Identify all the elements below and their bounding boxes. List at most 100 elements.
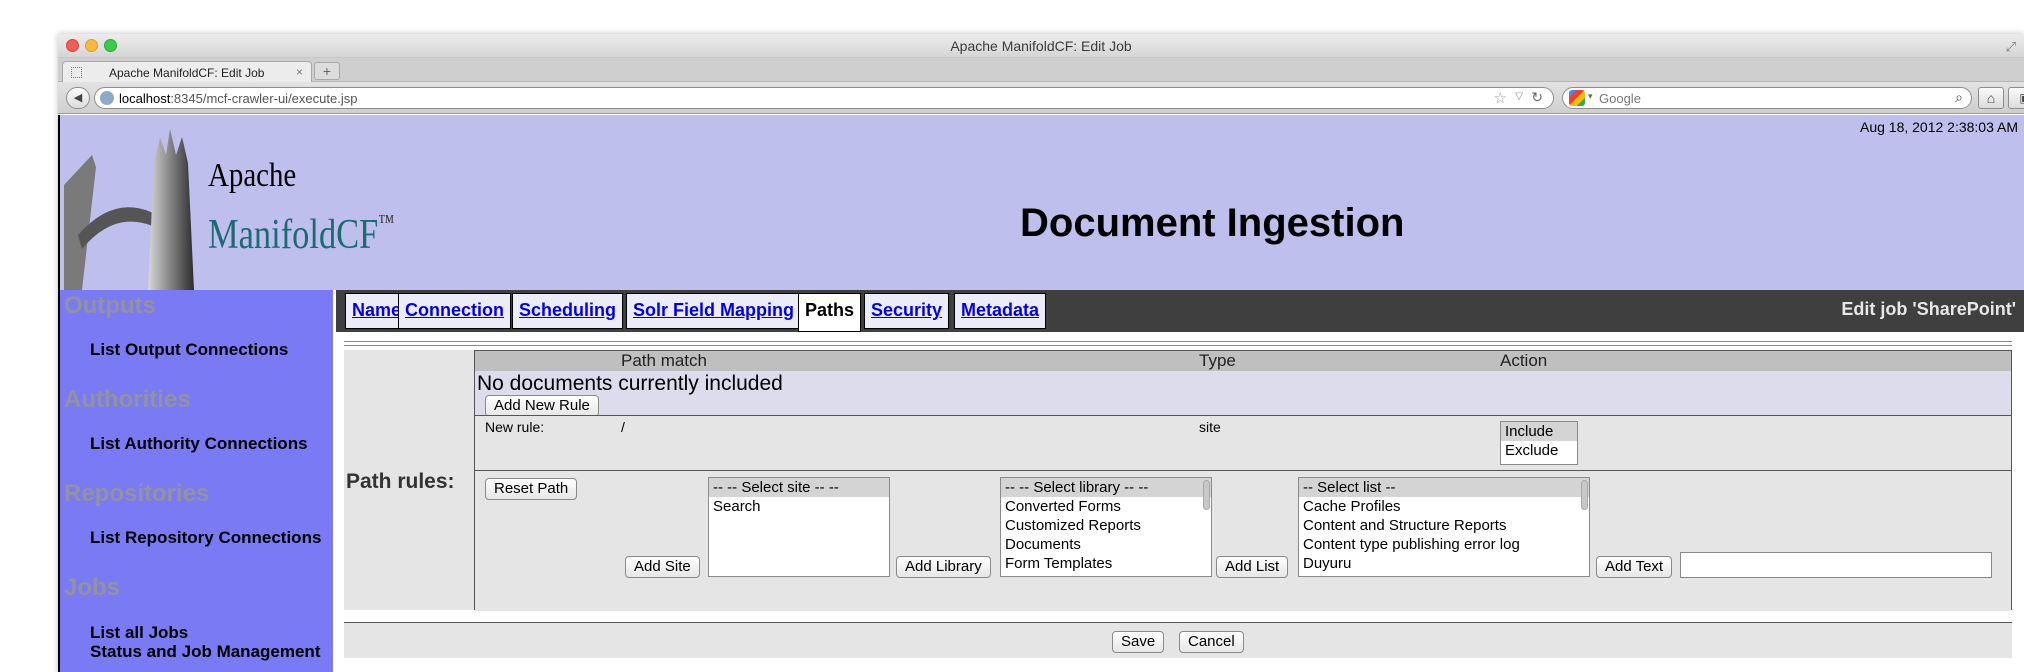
add-new-rule-button[interactable]: Add New Rule	[485, 395, 599, 417]
add-library-button[interactable]: Add Library	[896, 556, 991, 578]
library-option[interactable]: Converted Forms	[1001, 497, 1211, 516]
timestamp: Aug 18, 2012 2:38:03 AM	[1859, 119, 2018, 135]
tab-connection[interactable]: Connection	[398, 293, 511, 329]
tab-close-icon[interactable]: ×	[296, 65, 303, 79]
job-tab-strip: Name Connection Scheduling Solr Field Ma…	[336, 290, 2024, 332]
edit-job-title: Edit job 'SharePoint'	[1841, 299, 2016, 319]
add-site-button[interactable]: Add Site	[625, 556, 700, 578]
list-option[interactable]: Duyuru	[1299, 554, 1589, 573]
site-select[interactable]: -- -- Select site -- -- Search	[708, 477, 890, 577]
sidebar-section-outputs: Outputs	[64, 292, 156, 319]
list-scrollbar[interactable]	[1581, 480, 1588, 510]
new-rule-row: New rule: / site Include Exclude	[475, 416, 2011, 470]
browser-tab[interactable]: Apache ManifoldCF: Edit Job ×	[62, 61, 312, 83]
table-header: Path match Type Action	[475, 351, 2011, 371]
manifoldcf-logo: Apache ManifoldCF™	[60, 115, 394, 290]
search-bar[interactable]: ▾ Google ⌕	[1562, 87, 1972, 109]
sidebar-section-authorities: Authorities	[64, 386, 191, 413]
engine-caret-icon[interactable]: ▾	[1588, 91, 1593, 102]
list-option[interactable]: Content type publishing error log	[1299, 535, 1589, 554]
action-option-include[interactable]: Include	[1501, 422, 1577, 441]
path-builder-row: Reset Path Add Site -- -- Select site --…	[475, 471, 2011, 611]
logo-tm: ™	[378, 211, 395, 233]
url-bar[interactable]: localhost:8345/mcf-crawler-ui/execute.js…	[94, 87, 1554, 109]
bridge-logo-icon	[64, 129, 194, 290]
reset-path-button[interactable]: Reset Path	[485, 478, 578, 500]
library-option[interactable]: -- -- Select library -- --	[1001, 478, 1211, 497]
window-title: Apache ManifoldCF: Edit Job	[950, 38, 1132, 54]
browser-toolbar: ◀ localhost:8345/mcf-crawler-ui/execute.…	[58, 82, 2024, 114]
back-arrow-icon[interactable]: ◀	[66, 87, 90, 109]
save-button[interactable]: Save	[1112, 631, 1165, 653]
top-separator	[344, 341, 2012, 342]
url-text[interactable]: localhost:8345/mcf-crawler-ui/execute.js…	[119, 91, 357, 106]
tab-metadata[interactable]: Metadata	[954, 293, 1047, 329]
sidebar-section-jobs: Jobs	[64, 574, 121, 601]
new-rule-path: /	[621, 419, 625, 435]
sidebar-section-repositories: Repositories	[64, 480, 210, 507]
sidebar-link-list-repository-connections[interactable]: List Repository Connections	[90, 528, 321, 548]
star-icon[interactable]: ☆	[1494, 89, 1507, 107]
header-banner: Apache ManifoldCF™ Aug 18, 2012 2:38:03 …	[58, 115, 2024, 290]
path-rules-table: Path match Type Action No documents curr…	[474, 350, 2012, 611]
empty-rules-message: No documents currently included	[477, 372, 783, 395]
browser-tab-title: Apache ManifoldCF: Edit Job	[109, 66, 265, 80]
reload-icon[interactable]: ↻	[1531, 89, 1543, 106]
list-option[interactable]: Cache Profiles	[1299, 497, 1589, 516]
menu-icon[interactable]: ▣▾	[2008, 87, 2024, 109]
tab-paths[interactable]: Paths	[798, 293, 862, 332]
main-content: Name Connection Scheduling Solr Field Ma…	[336, 290, 2024, 672]
sidebar: Outputs List Output Connections Authorit…	[58, 290, 333, 672]
library-scrollbar[interactable]	[1203, 480, 1210, 510]
page-title: Document Ingestion	[1020, 201, 1405, 245]
tab-scheduling[interactable]: Scheduling	[512, 293, 624, 329]
browser-window: Apache ManifoldCF: Edit Job ⤢ Apache Man…	[58, 34, 2024, 672]
logo-apache-text: Apache	[208, 157, 297, 194]
list-option[interactable]: -- Select list --	[1299, 478, 1589, 497]
library-option[interactable]: Documents	[1001, 535, 1211, 554]
sidebar-link-status-job-management[interactable]: Status and Job Management	[90, 642, 320, 662]
path-rules-label: Path rules:	[346, 470, 455, 493]
add-text-button[interactable]: Add Text	[1596, 556, 1673, 578]
column-header-path-match: Path match	[621, 351, 707, 370]
search-placeholder: Google	[1599, 91, 1641, 106]
page-favicon-icon	[71, 67, 82, 78]
tab-solr-field-mapping[interactable]: Solr Field Mapping	[626, 293, 801, 329]
list-select[interactable]: -- Select list -- Cache Profiles Content…	[1298, 477, 1590, 577]
path-text-input[interactable]	[1680, 552, 1992, 578]
list-option[interactable]: Content and Structure Reports	[1299, 516, 1589, 535]
cancel-button[interactable]: Cancel	[1179, 631, 1244, 653]
column-header-type: Type	[1199, 351, 1236, 370]
history-dropdown-icon[interactable]: ▽	[1515, 91, 1523, 102]
form-actions-bar: Save Cancel	[344, 622, 2012, 658]
tab-security[interactable]: Security	[864, 293, 950, 329]
add-list-button[interactable]: Add List	[1216, 556, 1289, 578]
site-globe-icon	[100, 91, 114, 105]
paths-form: Path rules: Path match Type Action No do…	[344, 336, 2012, 672]
site-option[interactable]: -- -- Select site -- --	[709, 478, 889, 497]
column-header-action: Action	[1500, 351, 1548, 370]
fullscreen-icon[interactable]: ⤢	[2006, 39, 2016, 55]
google-engine-icon[interactable]	[1569, 90, 1585, 106]
sidebar-link-list-all-jobs[interactable]: List all Jobs	[90, 623, 188, 643]
library-select[interactable]: -- -- Select library -- -- Converted For…	[1000, 477, 1212, 577]
logo-manifoldcf-word: ManifoldCF	[208, 212, 379, 258]
new-tab-button[interactable]: +	[314, 62, 340, 80]
action-select[interactable]: Include Exclude	[1500, 421, 1578, 465]
sidebar-link-list-authority-connections[interactable]: List Authority Connections	[90, 434, 308, 454]
library-option[interactable]: Customized Reports	[1001, 516, 1211, 535]
sidebar-link-list-output-connections[interactable]: List Output Connections	[90, 340, 288, 360]
empty-rules-row: No documents currently included Add New …	[475, 371, 2011, 417]
web-page: Apache ManifoldCF™ Aug 18, 2012 2:38:03 …	[58, 115, 2024, 672]
url-path: :8345/mcf-crawler-ui/execute.jsp	[170, 91, 358, 106]
logo-manifoldcf-text: ManifoldCF™	[208, 211, 394, 259]
home-icon[interactable]: ⌂	[1978, 87, 2004, 109]
window-titlebar: Apache ManifoldCF: Edit Job ⤢	[58, 34, 2024, 58]
site-option[interactable]: Search	[709, 497, 889, 516]
top-separator-2	[344, 345, 2012, 346]
magnifier-icon[interactable]: ⌕	[1955, 89, 1963, 106]
library-option[interactable]: Form Templates	[1001, 554, 1211, 573]
path-rules-label-cell: Path rules:	[344, 350, 474, 610]
action-option-exclude[interactable]: Exclude	[1501, 441, 1577, 460]
url-host: localhost	[119, 91, 171, 106]
